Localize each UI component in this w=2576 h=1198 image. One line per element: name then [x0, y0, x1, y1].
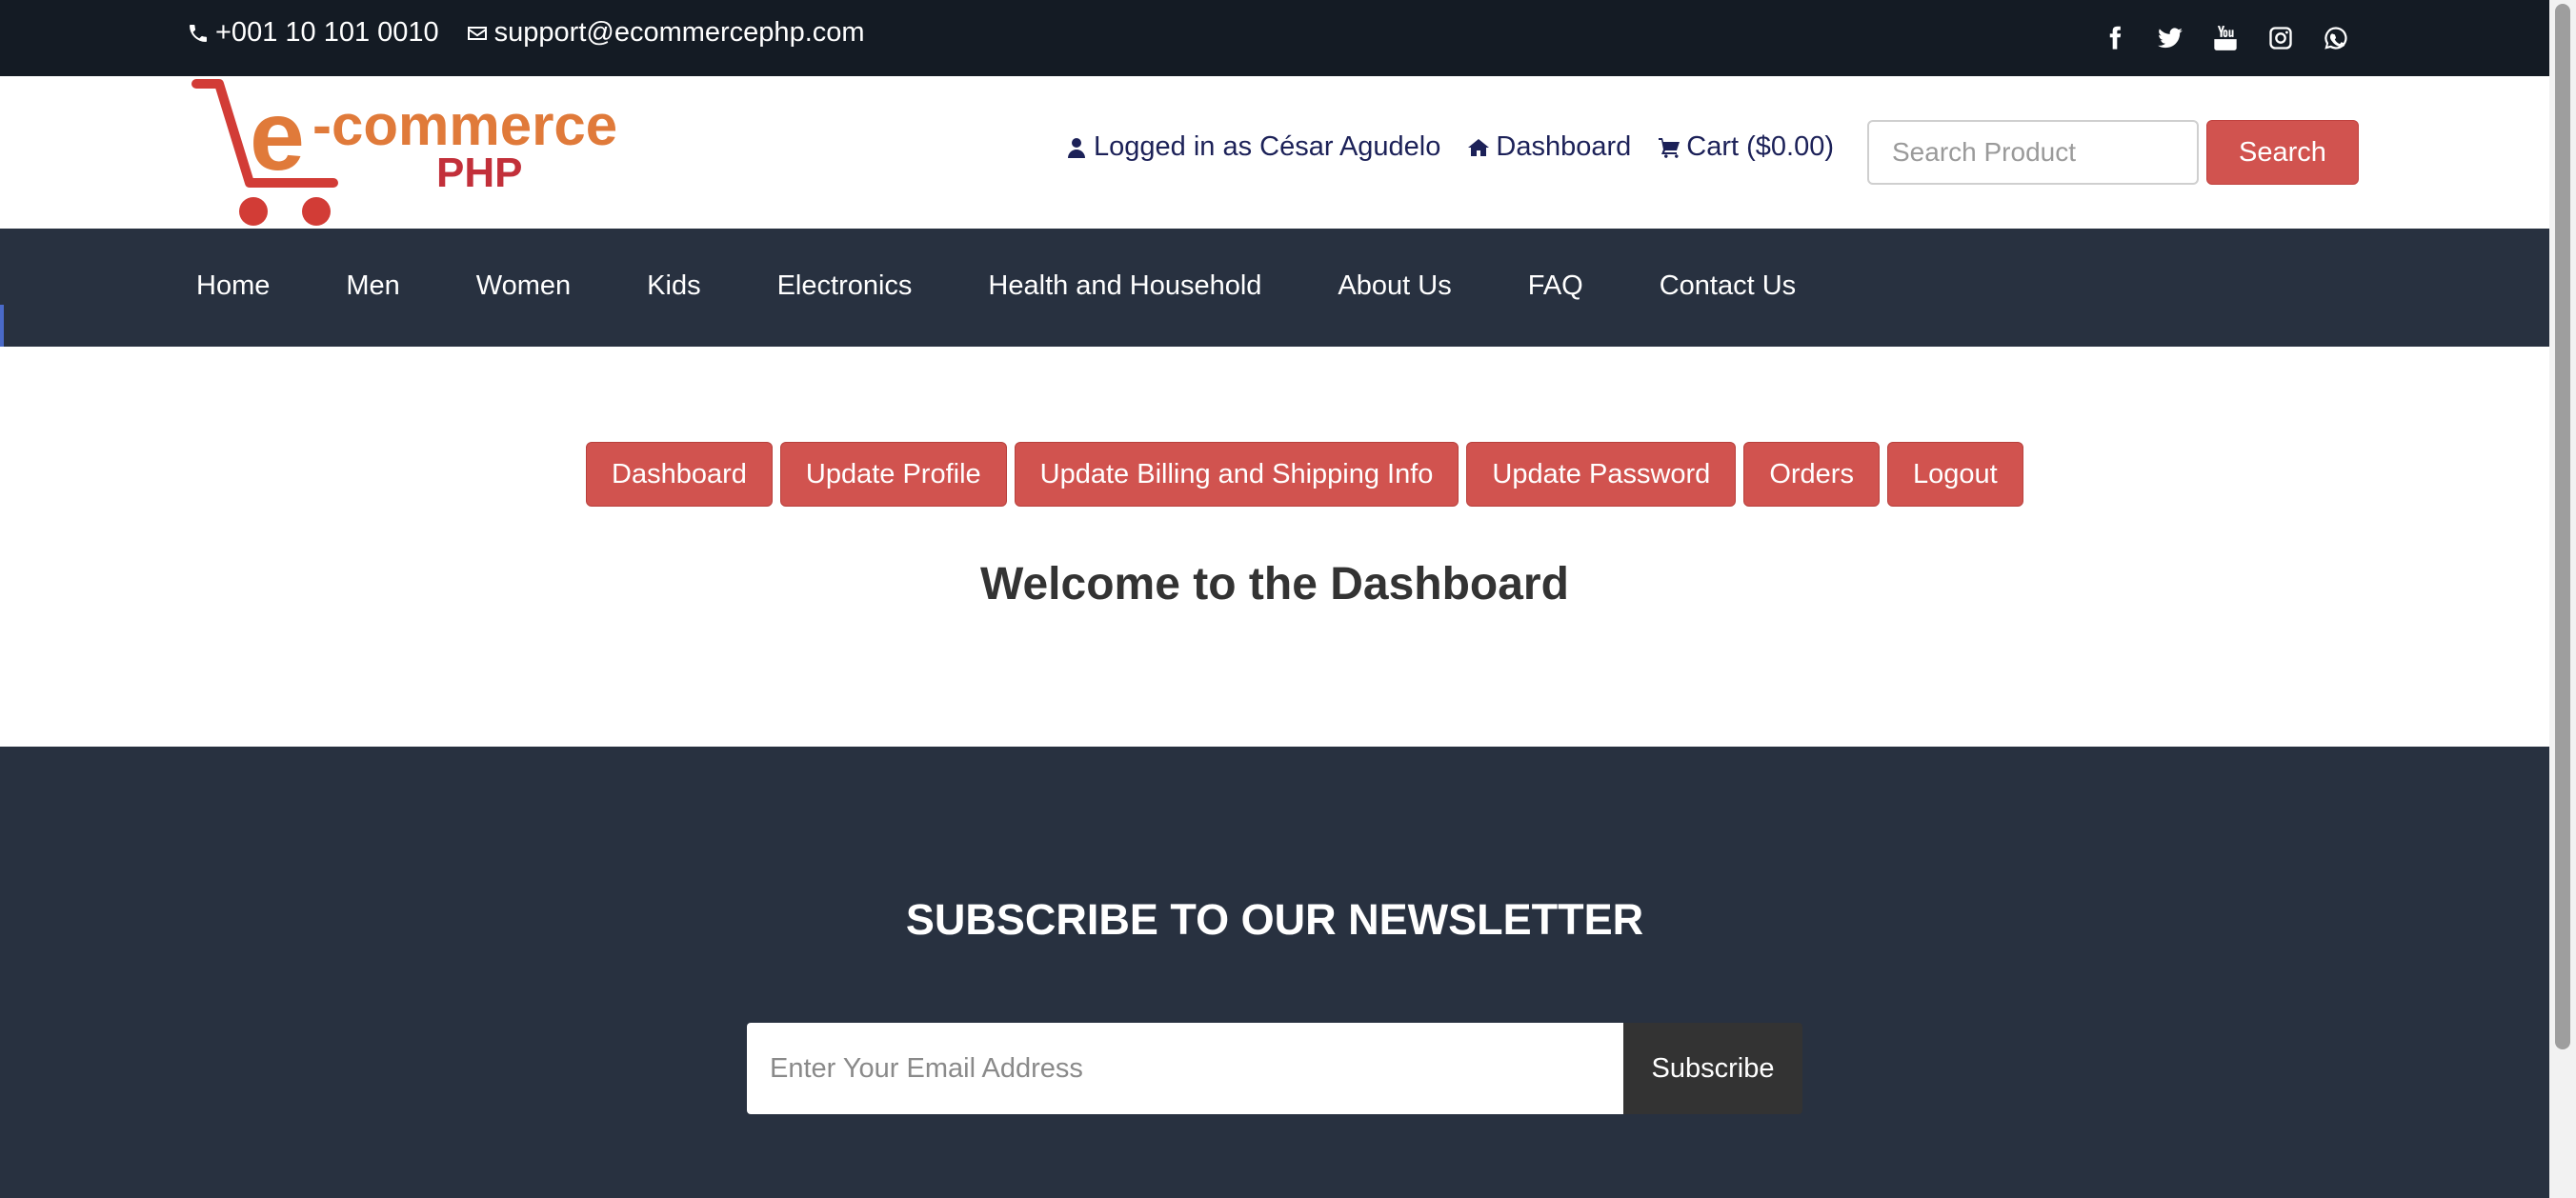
- youtube-icon: [2214, 26, 2237, 50]
- main-nav: Home Men Women Kids Electronics Health a…: [0, 229, 2549, 347]
- nav-item-women[interactable]: Women: [476, 270, 571, 302]
- nav-list: Home Men Women Kids Electronics Health a…: [196, 270, 1872, 302]
- nav-item-home[interactable]: Home: [196, 270, 270, 302]
- nav-item-electronics[interactable]: Electronics: [777, 270, 913, 302]
- header-links: Logged in as César Agudelo Dashboard Car…: [1065, 131, 1861, 163]
- tab-logout[interactable]: Logout: [1886, 442, 2023, 507]
- svg-text:PHP: PHP: [436, 150, 522, 196]
- social-links: [2096, 19, 2372, 57]
- dashboard-main: Dashboard Update Profile Update Billing …: [0, 347, 2549, 747]
- instagram-icon: [2269, 27, 2292, 50]
- svg-text:-commerce: -commerce: [312, 93, 617, 157]
- email-contact[interactable]: support@ecommercephp.com: [466, 17, 865, 49]
- phone-contact[interactable]: +001 10 101 0010: [187, 17, 439, 49]
- svg-text:e: e: [250, 81, 305, 191]
- home-icon: [1468, 138, 1490, 156]
- nav-item-about-us[interactable]: About Us: [1338, 270, 1451, 302]
- youtube-link[interactable]: [2206, 19, 2244, 57]
- tab-dashboard[interactable]: Dashboard: [586, 442, 773, 507]
- tab-update-password[interactable]: Update Password: [1466, 442, 1737, 507]
- scrollbar[interactable]: [2549, 0, 2576, 1198]
- phone-icon: [190, 24, 207, 42]
- scrollbar-thumb[interactable]: [2555, 4, 2570, 1049]
- contact-info: +001 10 101 0010 support@ecommercephp.co…: [187, 17, 892, 49]
- tab-update-profile[interactable]: Update Profile: [779, 442, 1007, 507]
- cart-link-text: Cart ($0.00): [1686, 131, 1834, 162]
- nav-item-contact-us[interactable]: Contact Us: [1660, 270, 1796, 302]
- email-text: support@ecommercephp.com: [493, 17, 865, 48]
- whatsapp-icon: [2324, 27, 2347, 50]
- dashboard-link-text: Dashboard: [1496, 131, 1632, 162]
- newsletter-title: SUBSCRIBE TO OUR NEWSLETTER: [905, 895, 1644, 944]
- newsletter-email-input[interactable]: [747, 1023, 1625, 1114]
- page-title: Welcome to the Dashboard: [980, 559, 1569, 609]
- cart-icon: [1659, 137, 1680, 158]
- tab-orders[interactable]: Orders: [1743, 442, 1880, 507]
- dashboard-tabs: Dashboard Update Profile Update Billing …: [586, 442, 2031, 507]
- cart-link[interactable]: Cart ($0.00): [1658, 131, 1834, 163]
- phone-text: +001 10 101 0010: [215, 17, 439, 48]
- site-header: e -commerce PHP Logged in as César Agude…: [0, 76, 2549, 229]
- nav-item-health-household[interactable]: Health and Household: [988, 270, 1261, 302]
- instagram-link[interactable]: [2262, 19, 2300, 57]
- twitter-icon: [2158, 28, 2183, 49]
- tab-update-billing-shipping[interactable]: Update Billing and Shipping Info: [1014, 442, 1459, 507]
- search-button[interactable]: Search: [2206, 120, 2359, 185]
- envelope-icon: [467, 26, 487, 40]
- dashboard-link[interactable]: Dashboard: [1467, 131, 1631, 163]
- logged-in-text: Logged in as César Agudelo: [1094, 131, 1441, 162]
- search-input[interactable]: [1867, 120, 2199, 185]
- nav-item-men[interactable]: Men: [346, 270, 399, 302]
- logged-in-link[interactable]: Logged in as César Agudelo: [1065, 131, 1440, 163]
- whatsapp-link[interactable]: [2317, 19, 2355, 57]
- facebook-link[interactable]: [2096, 19, 2134, 57]
- facebook-icon: [2109, 26, 2122, 50]
- twitter-link[interactable]: [2151, 19, 2189, 57]
- subscribe-button[interactable]: Subscribe: [1623, 1023, 1802, 1114]
- user-icon: [1068, 137, 1085, 158]
- page: +001 10 101 0010 support@ecommercephp.co…: [0, 0, 2576, 1198]
- top-bar: +001 10 101 0010 support@ecommercephp.co…: [0, 0, 2549, 76]
- nav-item-faq[interactable]: FAQ: [1528, 270, 1583, 302]
- newsletter-section: SUBSCRIBE TO OUR NEWSLETTER Subscribe: [0, 747, 2549, 1198]
- site-logo[interactable]: e -commerce PHP: [191, 76, 676, 229]
- nav-item-kids[interactable]: Kids: [647, 270, 700, 302]
